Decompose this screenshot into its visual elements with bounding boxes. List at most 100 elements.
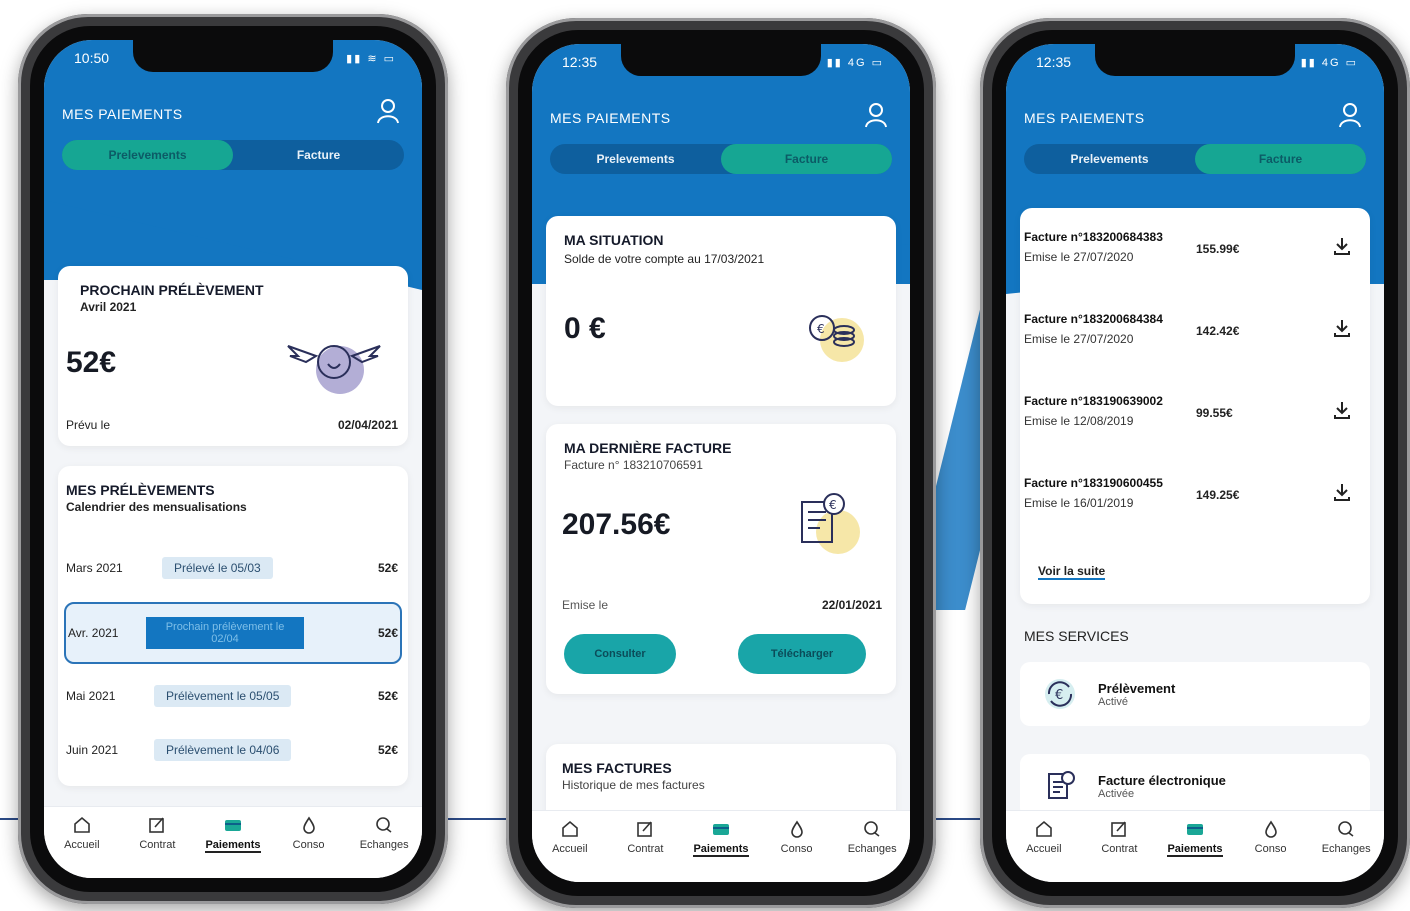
nav-echanges[interactable]: Echanges bbox=[349, 815, 419, 878]
invoice-number: Facture n°183200684383 bbox=[1024, 230, 1163, 244]
flying-coin-icon bbox=[287, 345, 381, 394]
stage: 10:50 ▮▮ ≋ ▭ MES PAIEMENTS Prelevements … bbox=[0, 0, 1410, 911]
nav-contrat[interactable]: Contrat bbox=[610, 819, 680, 882]
row-status: Prélèvement le 05/05 bbox=[154, 685, 292, 707]
situation-subtitle: Solde de votre compte au 17/03/2021 bbox=[564, 252, 765, 266]
last-invoice-title: MA DERNIÈRE FACTURE bbox=[564, 440, 732, 456]
chat-icon bbox=[1338, 821, 1354, 837]
next-debit-amount: 52€ bbox=[66, 346, 117, 379]
refresh-euro-icon: € bbox=[1045, 679, 1075, 709]
schedule-subtitle: Calendrier des mensualisations bbox=[66, 500, 247, 514]
nav-conso[interactable]: Conso bbox=[274, 815, 344, 878]
service-e-invoice[interactable]: Facture électronique Activée bbox=[1020, 754, 1370, 818]
download-icon[interactable] bbox=[1332, 236, 1352, 256]
invoice-number: Facture n°183190600455 bbox=[1024, 476, 1163, 490]
invoice-row[interactable]: Facture n°183200684383 Emise le 27/07/20… bbox=[1024, 230, 1366, 290]
invoice-row[interactable]: Facture n°183190600455 Emise le 16/01/20… bbox=[1024, 476, 1366, 536]
last-invoice-number: Facture n° 183210706591 bbox=[564, 458, 703, 472]
nav-accueil[interactable]: Accueil bbox=[1009, 819, 1079, 882]
drop-icon bbox=[1264, 820, 1277, 838]
nav-paiements[interactable]: Paiements bbox=[198, 815, 268, 878]
status-time: 10:50 bbox=[74, 50, 110, 66]
situation-title: MA SITUATION bbox=[564, 232, 664, 248]
nav-label: Conso bbox=[1254, 843, 1287, 855]
download-icon[interactable] bbox=[1332, 400, 1352, 420]
last-invoice-amount: 207.56€ bbox=[562, 508, 671, 541]
phone-bezel: 10:50 ▮▮ ≋ ▭ MES PAIEMENTS Prelevements … bbox=[30, 26, 436, 892]
issued-label: Emise le bbox=[562, 598, 609, 612]
invoice-row[interactable]: Facture n°183200684384 Emise le 27/07/20… bbox=[1024, 312, 1366, 372]
home-icon bbox=[73, 816, 90, 833]
planned-label: Prévu le bbox=[66, 418, 111, 432]
invoice-amount: 142.42€ bbox=[1196, 324, 1240, 338]
tab-facture[interactable]: Facture bbox=[721, 144, 892, 174]
nav-paiements[interactable]: Paiements bbox=[1160, 819, 1230, 882]
invoice-amount: 155.99€ bbox=[1196, 242, 1240, 256]
nav-paiements[interactable]: Paiements bbox=[686, 819, 756, 882]
invoices-subtitle: Historique de mes factures bbox=[562, 778, 705, 792]
status-time: 12:35 bbox=[1036, 54, 1072, 70]
tab-prelevements[interactable]: Prelevements bbox=[62, 140, 233, 170]
download-icon[interactable] bbox=[1332, 482, 1352, 502]
consult-button[interactable]: Consulter bbox=[564, 634, 676, 674]
download-button[interactable]: Télécharger bbox=[738, 634, 866, 674]
profile-icon[interactable] bbox=[1338, 102, 1362, 128]
profile-icon[interactable] bbox=[864, 102, 888, 128]
tab-facture[interactable]: Facture bbox=[1195, 144, 1366, 174]
page-title: MES PAIEMENTS bbox=[62, 106, 183, 122]
nav-label: Paiements bbox=[693, 843, 749, 857]
nav-label: Accueil bbox=[552, 843, 588, 855]
profile-icon[interactable] bbox=[376, 98, 400, 124]
nav-contrat[interactable]: Contrat bbox=[122, 815, 192, 878]
card-icon bbox=[224, 820, 241, 831]
nav-label: Paiements bbox=[205, 839, 261, 853]
payment-tabs: Prelevements Facture bbox=[1024, 144, 1366, 174]
nav-echanges[interactable]: Echanges bbox=[1311, 819, 1381, 882]
schedule-row-current[interactable]: Avr. 2021 Prochain prélèvement le 02/04 … bbox=[64, 602, 402, 664]
phone-facture: 12:35 ▮▮ 4G ▭ MES PAIEMENTS Prelevements… bbox=[506, 18, 936, 908]
status-icons: ▮▮ 4G ▭ bbox=[1300, 57, 1358, 69]
status-time: 12:35 bbox=[562, 54, 598, 70]
home-icon bbox=[1035, 820, 1052, 837]
drop-icon bbox=[302, 816, 315, 834]
phone-screen: 12:35 ▮▮ 4G ▭ MES PAIEMENTS Prelevements… bbox=[532, 44, 910, 882]
row-status: Prélèvement le 04/06 bbox=[154, 739, 292, 761]
tab-prelevements[interactable]: Prelevements bbox=[550, 144, 721, 174]
see-more-link[interactable]: Voir la suite bbox=[1038, 564, 1106, 580]
nav-accueil[interactable]: Accueil bbox=[535, 819, 605, 882]
tab-facture[interactable]: Facture bbox=[233, 140, 404, 170]
row-status: Prochain prélèvement le 02/04 bbox=[146, 617, 304, 649]
nav-contrat[interactable]: Contrat bbox=[1084, 819, 1154, 882]
nav-echanges[interactable]: Echanges bbox=[837, 819, 907, 882]
row-status: Prélevé le 05/03 bbox=[162, 557, 273, 579]
e-invoice-icon bbox=[1048, 771, 1075, 799]
next-debit-month: Avril 2021 bbox=[80, 300, 137, 314]
service-status: Activée bbox=[1098, 787, 1135, 800]
nav-accueil[interactable]: Accueil bbox=[47, 815, 117, 878]
nav-label: Accueil bbox=[64, 839, 100, 851]
edit-icon bbox=[149, 817, 165, 833]
bottom-nav: Accueil Contrat Paiements Conso Echanges bbox=[1006, 810, 1384, 882]
card-icon bbox=[712, 824, 729, 835]
bottom-nav: Accueil Contrat Paiements Conso Echanges bbox=[532, 810, 910, 882]
row-amount: 52€ bbox=[377, 561, 398, 575]
next-debit-title: PROCHAIN PRÉLÈVEMENT bbox=[80, 282, 264, 298]
row-month: Mars 2021 bbox=[66, 561, 123, 575]
page-title: MES PAIEMENTS bbox=[550, 110, 671, 126]
nav-label: Accueil bbox=[1026, 843, 1062, 855]
nav-conso[interactable]: Conso bbox=[1236, 819, 1306, 882]
download-icon[interactable] bbox=[1332, 318, 1352, 338]
planned-date: 02/04/2021 bbox=[337, 418, 398, 432]
nav-conso[interactable]: Conso bbox=[762, 819, 832, 882]
issued-date: 22/01/2021 bbox=[821, 598, 882, 612]
nav-label: Conso bbox=[780, 843, 813, 855]
nav-label: Contrat bbox=[627, 843, 664, 855]
phone-prelevements: 10:50 ▮▮ ≋ ▭ MES PAIEMENTS Prelevements … bbox=[18, 14, 448, 904]
bottom-nav: Accueil Contrat Paiements Conso Echanges bbox=[44, 806, 422, 878]
invoice-row[interactable]: Facture n°183190639002 Emise le 12/08/20… bbox=[1024, 394, 1366, 454]
invoices-title: MES FACTURES bbox=[562, 760, 672, 776]
phone-notch bbox=[133, 40, 333, 72]
payment-tabs: Prelevements Facture bbox=[62, 140, 404, 170]
tab-prelevements[interactable]: Prelevements bbox=[1024, 144, 1195, 174]
service-direct-debit[interactable]: € Prélèvement Activé bbox=[1020, 662, 1370, 726]
